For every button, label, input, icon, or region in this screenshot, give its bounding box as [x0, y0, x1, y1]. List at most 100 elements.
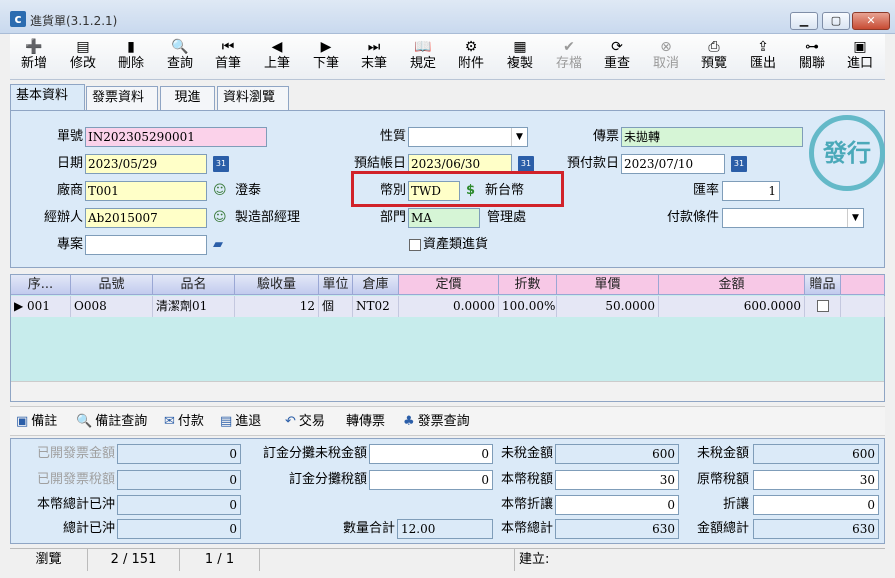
qty-total-field: 12.00 — [397, 519, 493, 539]
preview-button[interactable]: ⎙ 預覽 — [690, 34, 738, 80]
discount-field[interactable]: 0 — [753, 495, 879, 515]
deposit-untaxed-field[interactable]: 0 — [369, 444, 493, 464]
transaction-button[interactable]: ↶ 交易 — [285, 412, 325, 432]
new-button[interactable]: ➕ 新增 — [10, 34, 58, 80]
table-cell-amount[interactable]: 600.0000 — [659, 296, 805, 317]
date-field[interactable]: 2023/05/29 — [85, 154, 207, 174]
nature-select[interactable]: ▼ — [408, 127, 528, 147]
next-button[interactable]: ▶ 下筆 — [302, 34, 350, 80]
doc-no-field[interactable]: IN202305290001 — [85, 127, 267, 147]
table-cell-item-name[interactable]: 清潔劑01 — [153, 296, 235, 317]
payment-button[interactable]: ✉ 付款 — [164, 412, 204, 432]
copy-button[interactable]: ▦ 複製 — [496, 34, 544, 80]
previous-record-icon: ◀ — [271, 39, 283, 55]
rate-field[interactable]: 1 — [722, 181, 780, 201]
table-cell-list-price[interactable]: 0.0000 — [399, 296, 499, 317]
link-button[interactable]: ⊶ 關聯 — [788, 34, 836, 80]
recheck-button[interactable]: ⟳ 重查 — [593, 34, 641, 80]
status-mode: 瀏覽 — [10, 549, 88, 571]
untaxed-field: 600 — [753, 444, 879, 464]
cancel-button[interactable]: ⊗ 取消 — [642, 34, 690, 80]
last-record-icon: ⏭ — [367, 39, 381, 55]
note-label: 備註 — [31, 414, 58, 429]
table-cell-qty[interactable]: 12 — [235, 296, 319, 317]
close-button[interactable]: ✕ — [852, 12, 890, 30]
tax-local-field[interactable]: 30 — [555, 470, 679, 490]
deposit-tax-field[interactable]: 0 — [369, 470, 493, 490]
people-icon[interactable]: ☺ — [213, 181, 227, 201]
table-cell-unit[interactable]: 個 — [319, 296, 353, 317]
next-label: 下筆 — [312, 56, 339, 71]
terms-select[interactable]: ▼ — [722, 208, 864, 228]
delete-button[interactable]: ▮ 刪除 — [107, 34, 155, 80]
discount-local-field[interactable]: 0 — [555, 495, 679, 515]
column-header-item-name[interactable]: 品名 — [153, 275, 235, 295]
column-header-amount[interactable]: 金額 — [659, 275, 805, 295]
link-label: 關聯 — [798, 56, 825, 71]
briefcase-icon[interactable]: ▰ — [213, 235, 223, 255]
tab-cash-purchase[interactable]: 現進 — [160, 86, 215, 110]
vendor-code-field[interactable]: T001 — [85, 181, 207, 201]
calendar-icon[interactable]: 31 — [213, 156, 229, 172]
tab-basic-info[interactable]: 基本資料 — [10, 84, 85, 111]
horizontal-scrollbar[interactable] — [11, 381, 884, 401]
first-label: 首筆 — [214, 56, 241, 71]
gift-checkbox[interactable] — [816, 300, 829, 312]
calendar-icon[interactable]: 31 — [518, 156, 534, 172]
column-header-gift[interactable]: 贈品 — [805, 275, 841, 295]
attach-button[interactable]: ⚙ 附件 — [447, 34, 495, 80]
asset-checkbox[interactable] — [409, 239, 421, 251]
edit-button[interactable]: ▤ 修改 — [59, 34, 107, 80]
dept-code-field[interactable]: MA — [408, 208, 480, 228]
table-cell-seq[interactable]: ▶ 001 — [11, 296, 71, 317]
link-tree-icon: ⊶ — [805, 39, 819, 55]
app-icon: c — [10, 11, 26, 27]
untaxed-local-label: 未稅金額 — [500, 446, 553, 461]
tab-invoice-info[interactable]: 發票資料 — [86, 86, 158, 110]
table-cell-warehouse[interactable]: NT02 — [353, 296, 399, 317]
row-filler — [841, 296, 885, 317]
project-field[interactable] — [85, 235, 207, 255]
column-header-warehouse[interactable]: 倉庫 — [353, 275, 399, 295]
column-header-qty[interactable]: 驗收量 — [235, 275, 319, 295]
tax-orig-field[interactable]: 30 — [753, 470, 879, 490]
row-seq: 001 — [27, 299, 50, 313]
table-cell-item-no[interactable]: O008 — [71, 296, 153, 317]
handler-code-field[interactable]: Ab2015007 — [85, 208, 207, 228]
last-button[interactable]: ⏭ 末筆 — [350, 34, 398, 80]
first-button[interactable]: ⏮ 首筆 — [204, 34, 252, 80]
rules-button[interactable]: 📖 規定 — [399, 34, 447, 80]
note-button[interactable]: ▣ 備註 — [16, 412, 57, 432]
maximize-button[interactable]: ▢ — [822, 12, 850, 30]
status-created: 建立: — [519, 552, 550, 567]
pay-date-field[interactable]: 2023/07/10 — [621, 154, 725, 174]
voucher-field[interactable]: 未拋轉 — [621, 127, 803, 147]
column-header-list-price[interactable]: 定價 — [399, 275, 499, 295]
main-toolbar: ➕ 新增 ▤ 修改 ▮ 刪除 🔍 查詢 ⏮ 首筆 ◀ 上筆 ▶ 下筆 ⏭ 末筆 📖 規定 ⚙ 附件 ▦ 複製 ✔ 存檔 ⟳ 重查 ⊗… — [10, 34, 885, 80]
people-icon[interactable]: ☺ — [213, 208, 227, 228]
transfer-voucher-button[interactable]: 轉傳票 — [346, 412, 385, 432]
tab-data-browse[interactable]: 資料瀏覽 — [217, 86, 289, 110]
exit-button[interactable]: ▣ 進口 — [836, 34, 884, 80]
column-header-unit-price[interactable]: 單價 — [557, 275, 659, 295]
table-cell-gift[interactable] — [805, 296, 841, 317]
invoice-query-button[interactable]: ♣ 發票查詢 — [403, 412, 470, 432]
column-header-discount[interactable]: 折數 — [499, 275, 557, 295]
table-cell-discount[interactable]: 100.00% — [499, 296, 557, 317]
next-record-icon: ▶ — [320, 39, 332, 55]
export-button[interactable]: ⇪ 匯出 — [739, 34, 787, 80]
minimize-button[interactable]: ▁ — [790, 12, 818, 30]
note-query-button[interactable]: 🔍 備註查詢 — [76, 412, 147, 432]
save-button[interactable]: ✔ 存檔 — [545, 34, 593, 80]
calendar-icon[interactable]: 31 — [731, 156, 747, 172]
return-button[interactable]: ▤ 進退 — [220, 412, 261, 432]
table-cell-unit-price[interactable]: 50.0000 — [557, 296, 659, 317]
query-button[interactable]: 🔍 查詢 — [156, 34, 204, 80]
column-header-unit[interactable]: 單位 — [319, 275, 353, 295]
prev-button[interactable]: ◀ 上筆 — [253, 34, 301, 80]
column-header-item-no[interactable]: 品號 — [71, 275, 153, 295]
column-header-seq[interactable]: 序... — [11, 275, 71, 295]
edit-label: 修改 — [69, 56, 96, 71]
invoiced-amount-label: 已開發票金額 — [36, 446, 115, 461]
export-icon: ⇪ — [757, 39, 769, 55]
